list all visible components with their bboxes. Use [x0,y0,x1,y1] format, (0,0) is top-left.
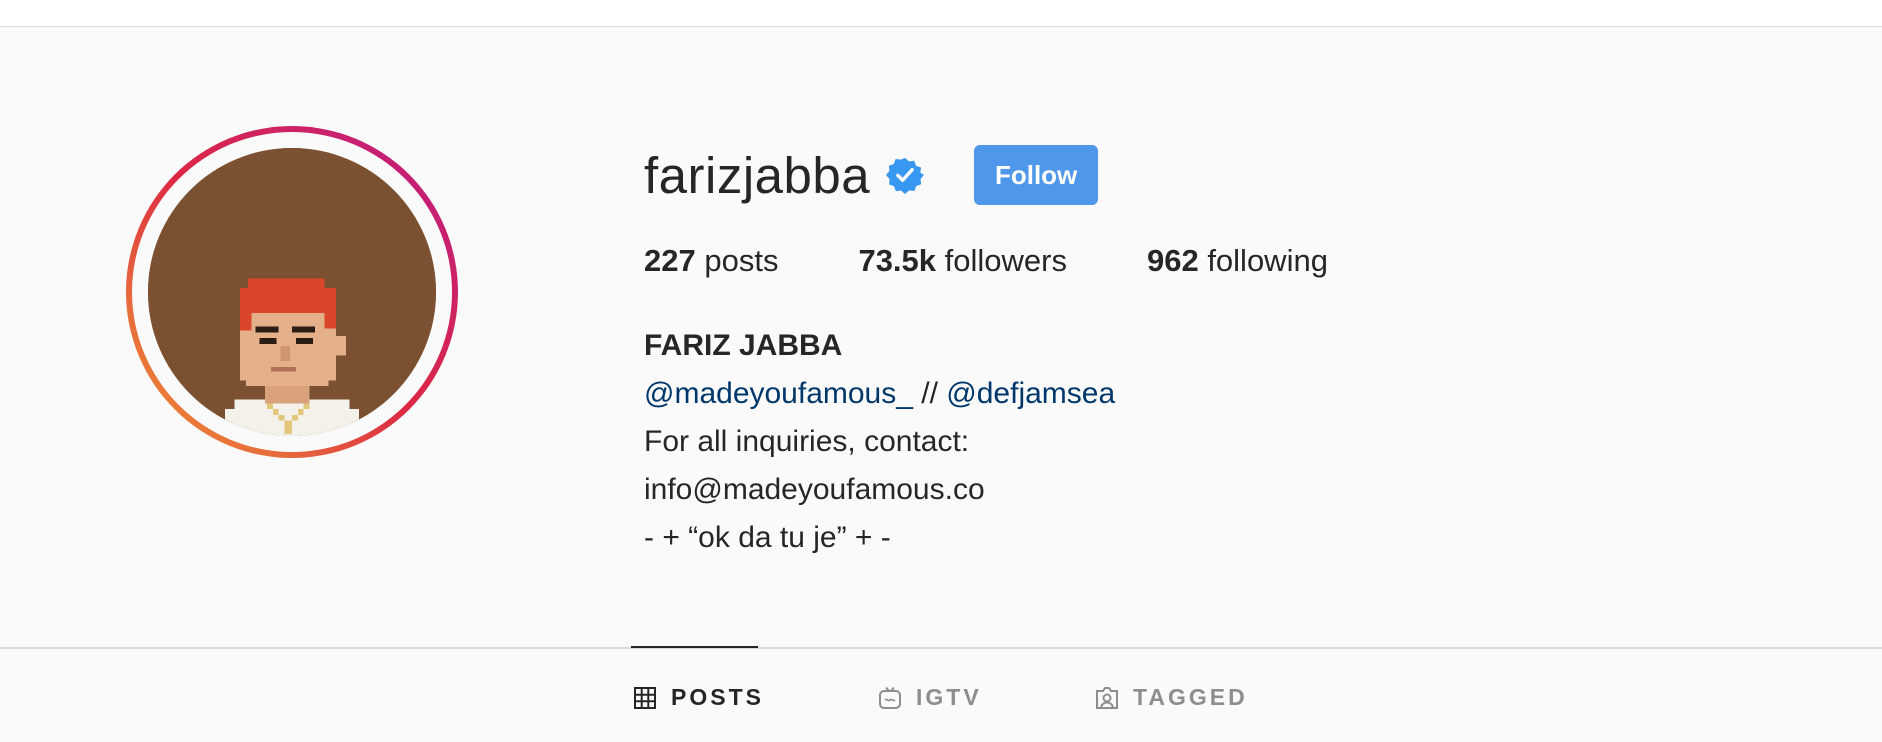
posts-count: 227 [644,243,696,278]
following-count-stat[interactable]: 962 following [1147,243,1328,279]
bio-mentions-line: @madeyoufamous_ // @defjamsea [644,370,1115,418]
profile-username: farizjabba [644,146,871,204]
following-count: 962 [1146,243,1199,278]
followers-count: 73.5k [858,243,937,278]
profile-full-name: FARIZ JABBA [644,329,843,362]
bio-separator: // [912,377,947,410]
avatar-pixel-art [148,148,436,436]
follow-button[interactable]: Follow [974,145,1099,205]
followers-label: followers [936,243,1067,278]
profile-avatar-story-ring[interactable] [126,126,458,458]
mention-link-madeyoufamous[interactable]: @madeyoufamous_ [644,377,913,410]
grid-icon [633,686,657,710]
tab-igtv[interactable]: IGTV [878,684,982,711]
bio-tagline: - + “ok da tu je” + - [644,521,891,554]
bio-contact-line: For all inquiries, contact: [644,425,970,458]
igtv-icon [878,686,902,710]
posts-label: posts [695,243,779,278]
active-tab-indicator [631,646,758,648]
following-label: following [1198,243,1328,278]
verified-badge-icon [886,156,925,194]
posts-count-stat[interactable]: 227 posts [644,243,778,279]
mention-link-defjamsea[interactable]: @defjamsea [946,377,1115,410]
tabs-divider [0,647,1882,649]
profile-bio: FARIZ JABBA @madeyoufamous_ // @defjamse… [644,322,1115,562]
tagged-icon [1095,686,1119,710]
profile-header: farizjabba Follow [644,140,1099,210]
tab-tagged[interactable]: TAGGED [1095,684,1248,711]
bio-email-line: info@madeyoufamous.co [644,473,985,506]
tab-igtv-label: IGTV [916,684,982,710]
followers-count-stat[interactable]: 73.5k followers [858,243,1067,279]
avatar[interactable] [148,148,436,436]
top-navigation-bar [0,0,1882,27]
tab-posts[interactable]: POSTS [633,684,764,711]
tab-tagged-label: TAGGED [1133,684,1248,710]
tab-posts-label: POSTS [671,684,764,710]
profile-stats: 227 posts 73.5k followers 962 following [644,243,1408,279]
